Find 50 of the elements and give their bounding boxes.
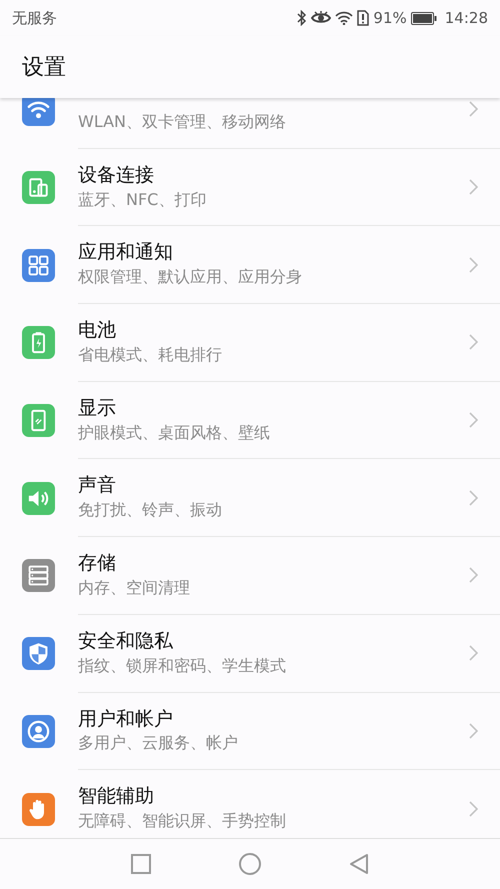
item-title: 声音: [78, 474, 117, 498]
chevron-icon: [469, 567, 478, 584]
item-title: 应用和通知: [78, 241, 174, 264]
item-title: 用户和帐户: [78, 708, 174, 730]
clock-text: 14:28: [444, 8, 488, 29]
back-button[interactable]: [348, 853, 370, 875]
item-subtitle: 蓝牙、NFC、打印: [78, 190, 208, 210]
item-subtitle: 多用户、云服务、帐户: [78, 733, 239, 754]
item-subtitle: 无障碍、智能识屏、手势控制: [78, 811, 287, 832]
chevron-icon: [469, 722, 478, 739]
settings-item[interactable]: 应用和通知 权限管理、默认应用、应用分身: [0, 226, 500, 304]
settings-item[interactable]: 电池 省电模式、耗电排行: [0, 304, 500, 382]
settings-item[interactable]: 声音 免打扰、铃声、振动: [0, 459, 500, 538]
item-subtitle: WLAN、双卡管理、移动网络: [78, 112, 288, 133]
item-subtitle: 护眼模式、桌面风格、壁纸: [78, 422, 271, 444]
chevron-icon: [469, 256, 478, 273]
chevron-icon: [469, 334, 478, 350]
chevron-icon: [469, 490, 478, 506]
item-title: 设备连接: [78, 164, 155, 187]
item-subtitle: 省电模式、耗电排行: [78, 344, 223, 366]
item-title: 安全和隐私: [78, 630, 174, 653]
sim-alert-icon: [357, 10, 370, 26]
chevron-icon: [469, 412, 478, 428]
item-subtitle: 指纹、锁屏和密码、学生模式: [78, 656, 287, 676]
item-title: 电池: [78, 319, 117, 342]
item-subtitle: 免打扰、铃声、振动: [78, 500, 223, 522]
page-title: 设置: [22, 54, 66, 82]
home-button[interactable]: [239, 853, 261, 875]
item-subtitle: 内存、空间清理: [78, 578, 191, 599]
eye-icon: [311, 11, 332, 25]
settings-item[interactable]: 用户和帐户 多用户、云服务、帐户: [0, 692, 500, 770]
settings-item[interactable]: 显示 护眼模式、桌面风格、壁纸: [0, 382, 500, 460]
item-title: 存储: [78, 552, 117, 575]
settings-item[interactable]: 设备连接 蓝牙、NFC、打印: [0, 148, 500, 226]
recents-button[interactable]: [130, 853, 152, 875]
item-title: 显示: [78, 396, 117, 420]
battery-icon: [410, 12, 437, 24]
item-subtitle: 权限管理、默认应用、应用分身: [78, 267, 303, 288]
wifi-icon: [335, 11, 354, 25]
settings-item[interactable]: 智能辅助 无障碍、智能识屏、手势控制: [0, 770, 500, 838]
battery-percent-text: 91%: [373, 8, 407, 29]
bluetooth-icon: [297, 10, 308, 26]
chevron-icon: [469, 645, 478, 662]
chevron-icon: [469, 101, 478, 118]
settings-item[interactable]: 存储 内存、空间清理: [0, 537, 500, 615]
settings-item[interactable]: 安全和隐私 指纹、锁屏和密码、学生模式: [0, 614, 500, 692]
carrier-text: 无服务: [12, 8, 57, 29]
chevron-icon: [469, 179, 478, 196]
chevron-icon: [469, 800, 478, 817]
item-title: 智能辅助: [78, 785, 155, 808]
